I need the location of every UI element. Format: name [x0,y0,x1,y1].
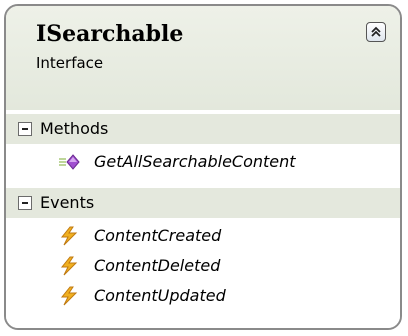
shape-body: Methods GetAllSearchableContent Events C… [6,110,400,328]
event-lightning-icon [60,286,78,306]
section-header-methods[interactable]: Methods [6,114,400,144]
event-lightning-icon [60,256,78,276]
collapse-shape-button[interactable] [366,22,386,42]
method-label: GetAllSearchableContent [94,152,296,171]
section-label-events: Events [40,193,95,212]
shape-title: ISearchable [36,21,184,47]
shape-stereotype: Interface [36,54,104,72]
double-chevron-up-icon [371,26,381,37]
method-icon [59,154,80,170]
event-label: ContentDeleted [94,256,221,275]
shape-header: ISearchable Interface [6,6,400,110]
section-header-events[interactable]: Events [6,188,400,218]
event-label: ContentUpdated [94,286,226,305]
collapse-minus-icon[interactable] [18,122,32,136]
collapse-minus-icon[interactable] [18,196,32,210]
interface-shape[interactable]: ISearchable Interface Methods GetAllSear… [4,4,402,330]
section-label-methods: Methods [40,119,109,138]
event-lightning-icon [60,226,78,246]
event-label: ContentCreated [94,226,222,245]
